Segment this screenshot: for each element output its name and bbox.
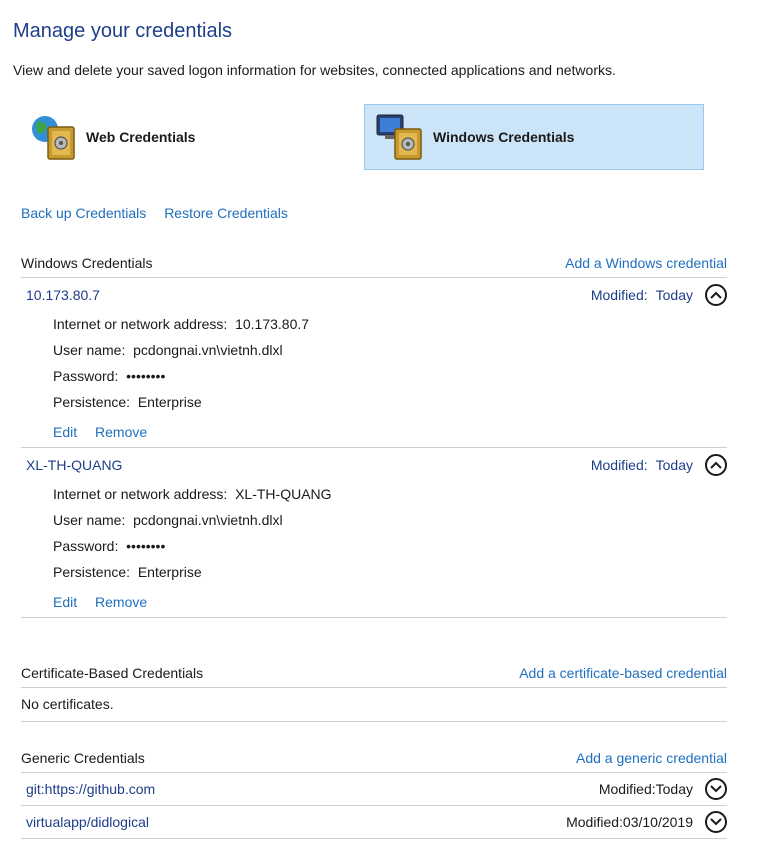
web-credentials-label: Web Credentials xyxy=(86,129,196,145)
address-label: Internet or network address: xyxy=(53,316,228,332)
credential-item: XL-TH-QUANG Modified: Today Internet or … xyxy=(21,448,727,618)
modified-value: Today xyxy=(655,781,693,797)
generic-credentials-section: Generic Credentials Add a generic creden… xyxy=(21,743,727,839)
generic-credential-row[interactable]: virtualapp/didlogical Modified: 03/10/20… xyxy=(21,806,727,839)
credential-name: 10.173.80.7 xyxy=(26,286,100,303)
add-generic-credential-link[interactable]: Add a generic credential xyxy=(576,750,727,766)
password-value: •••••••• xyxy=(126,368,166,384)
persistence-value: Enterprise xyxy=(137,564,202,580)
certificate-credentials-header: Certificate-Based Credentials Add a cert… xyxy=(21,658,727,688)
certificate-credentials-section: Certificate-Based Credentials Add a cert… xyxy=(21,658,727,722)
modified-value: Today xyxy=(655,456,693,473)
generic-credential-row[interactable]: git:https://github.com Modified: Today xyxy=(21,773,727,806)
backup-restore-links: Back up Credentials Restore Credentials xyxy=(21,205,288,221)
edit-link[interactable]: Edit xyxy=(53,594,77,610)
remove-link[interactable]: Remove xyxy=(95,594,147,610)
chevron-down-icon[interactable] xyxy=(705,778,727,800)
modified-label: Modified: xyxy=(590,456,648,473)
no-certificates-text: No certificates. xyxy=(21,688,727,722)
add-certificate-credential-link[interactable]: Add a certificate-based credential xyxy=(519,665,727,681)
persistence-label: Persistence: xyxy=(53,564,131,580)
computer-vault-icon xyxy=(375,111,427,163)
page-title: Manage your credentials xyxy=(13,20,233,42)
windows-credentials-label: Windows Credentials xyxy=(433,129,575,145)
chevron-up-icon[interactable] xyxy=(705,453,727,476)
generic-credentials-header: Generic Credentials Add a generic creden… xyxy=(21,743,727,773)
credential-details: Internet or network address: 10.173.80.7… xyxy=(21,311,727,447)
web-credentials-tab[interactable]: Web Credentials xyxy=(22,104,362,170)
edit-link[interactable]: Edit xyxy=(53,424,77,440)
credential-name: XL-TH-QUANG xyxy=(26,456,123,473)
chevron-down-icon[interactable] xyxy=(705,811,727,833)
modified-value: Today xyxy=(655,286,693,303)
modified-value: 03/10/2019 xyxy=(622,814,693,830)
password-value: •••••••• xyxy=(126,538,166,554)
password-label: Password: xyxy=(53,368,119,384)
user-value: pcdongnai.vn\vietnh.dlxl xyxy=(133,342,283,358)
windows-credentials-section: Windows Credentials Add a Windows creden… xyxy=(21,248,727,618)
modified-label: Modified: xyxy=(566,814,623,830)
persistence-value: Enterprise xyxy=(137,394,202,410)
persistence-label: Persistence: xyxy=(53,394,131,410)
user-label: User name: xyxy=(53,512,126,528)
credential-details: Internet or network address: XL-TH-QUANG… xyxy=(21,481,727,617)
address-value: XL-TH-QUANG xyxy=(235,486,332,502)
modified-label: Modified: xyxy=(598,781,656,797)
remove-link[interactable]: Remove xyxy=(95,424,147,440)
section-title: Certificate-Based Credentials xyxy=(21,665,204,681)
credential-row-header[interactable]: 10.173.80.7 Modified: Today xyxy=(21,278,727,311)
modified-label: Modified: xyxy=(590,286,648,303)
globe-vault-icon xyxy=(28,111,80,163)
credential-name: git:https://github.com xyxy=(26,781,156,797)
section-title: Windows Credentials xyxy=(21,255,153,271)
windows-credentials-tab[interactable]: Windows Credentials xyxy=(364,104,704,170)
credential-row-header[interactable]: XL-TH-QUANG Modified: Today xyxy=(21,448,727,481)
section-title: Generic Credentials xyxy=(21,750,145,766)
credential-item: 10.173.80.7 Modified: Today Internet or … xyxy=(21,278,727,448)
windows-credentials-header: Windows Credentials Add a Windows creden… xyxy=(21,248,727,278)
address-label: Internet or network address: xyxy=(53,486,228,502)
page-description: View and delete your saved logon informa… xyxy=(13,62,616,78)
credential-name: virtualapp/didlogical xyxy=(26,814,149,830)
chevron-up-icon[interactable] xyxy=(705,283,727,306)
user-label: User name: xyxy=(53,342,126,358)
add-windows-credential-link[interactable]: Add a Windows credential xyxy=(565,255,727,271)
address-value: 10.173.80.7 xyxy=(235,316,310,332)
back-up-credentials-link[interactable]: Back up Credentials xyxy=(21,205,146,221)
user-value: pcdongnai.vn\vietnh.dlxl xyxy=(133,512,283,528)
restore-credentials-link[interactable]: Restore Credentials xyxy=(164,205,288,221)
password-label: Password: xyxy=(53,538,119,554)
